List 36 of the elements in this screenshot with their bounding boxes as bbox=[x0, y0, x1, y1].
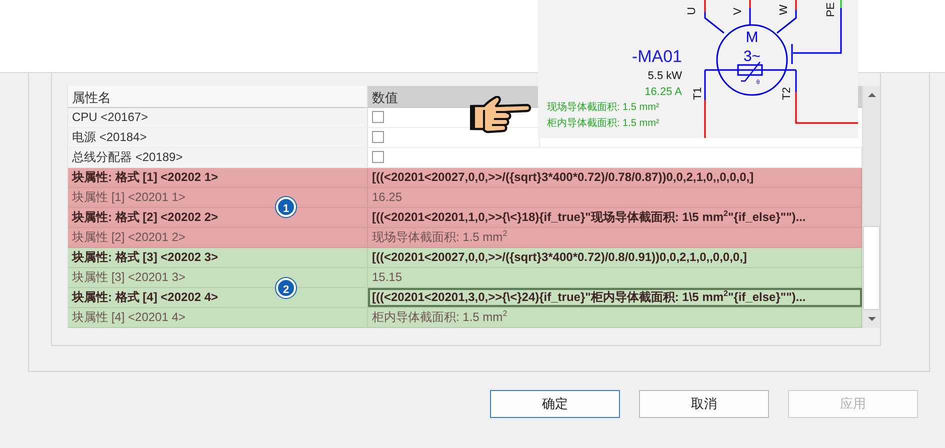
table-cell: 块属性 [2] <20201 2> bbox=[68, 228, 368, 247]
scroll-thumb[interactable] bbox=[863, 226, 880, 310]
checkbox[interactable] bbox=[372, 150, 384, 163]
dialog-button[interactable]: 取消 bbox=[639, 390, 769, 418]
table-cell: CPU <20167> bbox=[68, 108, 368, 127]
power-rating: 5.5 kW bbox=[648, 70, 682, 82]
terminal-label: W bbox=[778, 4, 790, 15]
current-rating: 16.25 A bbox=[644, 86, 682, 98]
table-cell: [((<20201<20201,3,0,>>{\<}24){if_true}"柜内导体截面积: 1\5 mm$^{2}$"{if_else}"")... bbox=[368, 288, 862, 307]
motor-symbol-label: 3~ bbox=[743, 48, 761, 65]
callout-badge: 1 bbox=[276, 197, 296, 217]
checkbox[interactable] bbox=[372, 130, 384, 143]
table-cell: 总线分配器 <20189> bbox=[68, 148, 368, 167]
scroll-down-icon[interactable] bbox=[866, 316, 876, 322]
dialog-button[interactable]: 确定 bbox=[490, 390, 620, 418]
column-header[interactable]: 属性名 bbox=[68, 86, 368, 109]
scroll-up-icon[interactable] bbox=[866, 92, 876, 98]
table-cell: 块属性 [4] <20201 4> bbox=[68, 308, 368, 327]
table-row[interactable]: 块属性 [4] <20201 4> 柜内导体截面积: 1.5 mm$^{2}$ bbox=[68, 308, 862, 328]
motor-symbol-label: M bbox=[746, 29, 758, 46]
table-cell: 块属性: 格式 [3] <20202 3> bbox=[68, 248, 368, 267]
terminal-label: PE bbox=[825, 2, 837, 17]
cross-section-note: 现场导体截面积: 1.5 mm² bbox=[547, 102, 660, 113]
terminal-label: T2 bbox=[781, 87, 793, 100]
device-tag: -MA01 bbox=[632, 47, 682, 66]
callout-badge: 2 bbox=[276, 278, 296, 298]
cross-section-note: 柜内导体截面积: 1.5 mm² bbox=[547, 118, 660, 129]
scrollbar[interactable] bbox=[862, 86, 880, 328]
checkbox[interactable] bbox=[372, 110, 384, 123]
table-row[interactable]: 块属性: 格式 [3] <20202 3> [((<20201<20027,0,0,>>/({sqrt}3*400*0.72)/0.8/0.91))0,0,2,1,0,,0,0,0,] bbox=[68, 248, 862, 268]
terminal-label: T1 bbox=[692, 87, 704, 100]
terminal-label: U bbox=[686, 7, 698, 15]
table-cell: 电源 <20184> bbox=[68, 128, 368, 147]
terminal-label: V bbox=[732, 8, 744, 15]
table-cell: 块属性: 格式 [1] <20202 1> bbox=[68, 168, 368, 187]
table-row[interactable]: 块属性: 格式 [1] <20202 1> [((<20201<20027,0,0,>>/({sqrt}3*400*0.72)/0.78/0.87))0,0,2,1,0,,0,0,0,] bbox=[68, 168, 862, 188]
